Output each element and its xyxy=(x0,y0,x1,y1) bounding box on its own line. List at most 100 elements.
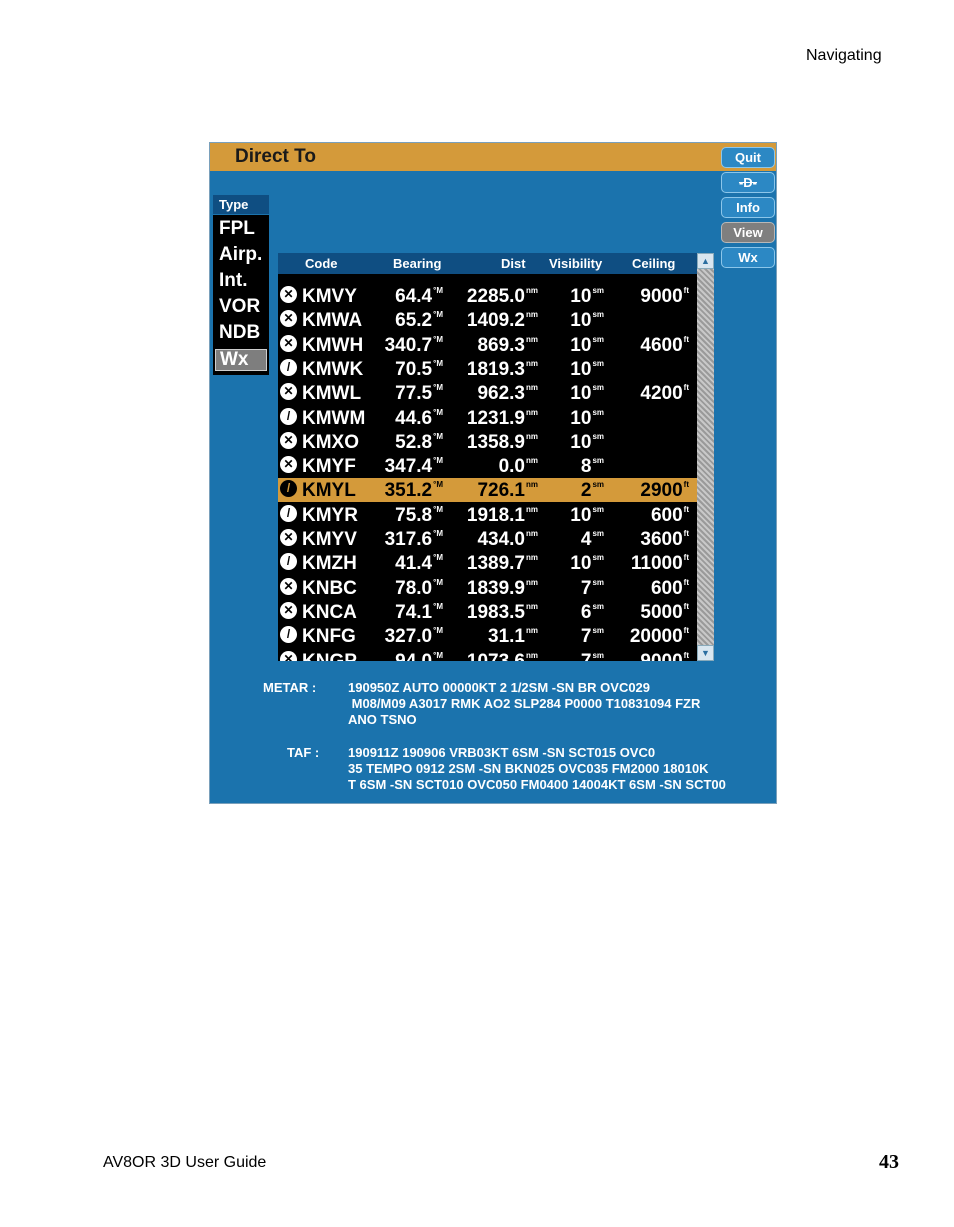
table-row[interactable]: ✕ KMWL 77.5°M 962.3nm 10sm 4200ft xyxy=(278,381,697,405)
closed-status-icon: ✕ xyxy=(280,310,297,328)
row-dist: 1918.1nm xyxy=(467,505,538,527)
table-row[interactable]: / KMYR 75.8°M 1918.1nm 10sm 600ft xyxy=(278,503,697,527)
table-row[interactable]: ✕ KNGP 94.0°M 1073.6nm 7sm 9000ft xyxy=(278,649,697,662)
row-visibility: 10sm xyxy=(570,359,604,381)
scroll-down-icon[interactable]: ▼ xyxy=(697,645,714,661)
row-bearing: 94.0°M xyxy=(395,651,443,662)
taf-line: 190911Z 190906 VRB03KT 6SM -SN SCT015 OV… xyxy=(348,745,656,760)
column-ceiling[interactable]: Ceiling xyxy=(632,256,675,271)
row-visibility-unit: sm xyxy=(592,310,604,320)
row-dist: 1839.9nm xyxy=(467,578,538,600)
row-visibility-unit: sm xyxy=(592,334,604,344)
type-item-intersection[interactable]: Int. xyxy=(219,270,248,292)
row-bearing-value: 340.7 xyxy=(384,334,433,356)
closed-status-icon: ✕ xyxy=(280,650,297,661)
table-row[interactable]: / KMZH 41.4°M 1389.7nm 10sm 11000ft xyxy=(278,551,697,575)
row-visibility-unit: sm xyxy=(592,407,604,417)
column-code[interactable]: Code xyxy=(305,256,338,271)
row-visibility-unit: sm xyxy=(592,383,604,393)
column-dist[interactable]: Dist xyxy=(501,256,526,271)
closed-status-icon: ✕ xyxy=(280,601,297,619)
row-code: KMZH xyxy=(302,553,357,575)
type-item-vor[interactable]: VOR xyxy=(219,296,260,318)
table-row[interactable]: / KMWM 44.6°M 1231.9nm 10sm xyxy=(278,406,697,430)
table-row[interactable]: ✕ KMWA 65.2°M 1409.2nm 10sm xyxy=(278,308,697,332)
row-ceiling-unit: ft xyxy=(683,286,689,295)
direct-to-button[interactable]: -D- xyxy=(721,172,775,193)
row-visibility-value: 7 xyxy=(580,577,592,599)
row-bearing-value: 41.4 xyxy=(395,553,433,575)
table-row[interactable]: / KMWK 70.5°M 1819.3nm 10sm xyxy=(278,357,697,381)
type-item-ndb[interactable]: NDB xyxy=(219,322,260,344)
title-bar: Direct To xyxy=(210,143,776,171)
page-header: Navigating xyxy=(806,47,882,64)
row-bearing: 41.4°M xyxy=(395,553,443,575)
row-code: KMWH xyxy=(302,335,363,357)
row-bearing-unit: °M xyxy=(433,601,443,611)
column-bearing[interactable]: Bearing xyxy=(393,256,441,271)
row-code-value: KMWK xyxy=(302,358,364,380)
row-ceiling-unit: ft xyxy=(683,504,689,514)
row-dist: 1819.3nm xyxy=(467,359,538,381)
type-item-fpl[interactable]: FPL xyxy=(219,218,255,240)
row-bearing: 64.4°M xyxy=(395,286,443,308)
wx-button[interactable]: Wx xyxy=(721,247,775,268)
row-ceiling-value: 9000 xyxy=(640,650,683,662)
row-dist-unit: nm xyxy=(526,407,538,417)
table-row[interactable]: ✕ KMWH 340.7°M 869.3nm 10sm 4600ft xyxy=(278,333,697,357)
scroll-up-icon[interactable]: ▲ xyxy=(697,253,714,269)
row-bearing-value: 64.4 xyxy=(395,286,433,307)
row-ceiling: 600ft xyxy=(651,505,689,527)
row-dist: 2285.0nm xyxy=(467,286,538,308)
row-bearing-value: 94.0 xyxy=(395,650,433,662)
type-item-wx[interactable]: Wx xyxy=(215,349,267,371)
metar-text: 190950Z AUTO 00000KT 2 1/2SM -SN BR OVC0… xyxy=(348,680,758,728)
type-item-airport[interactable]: Airp. xyxy=(219,244,262,266)
row-visibility: 10sm xyxy=(570,286,604,308)
row-dist: 1409.2nm xyxy=(467,310,538,332)
table-row[interactable]: ✕ KMYV 317.6°M 434.0nm 4sm 3600ft xyxy=(278,527,697,551)
row-bearing: 65.2°M xyxy=(395,310,443,332)
row-code-value: KMYL xyxy=(302,480,356,502)
row-dist-value: 31.1 xyxy=(488,626,525,648)
row-ceiling: 9000ft xyxy=(640,286,689,308)
closed-status-icon: ✕ xyxy=(280,334,297,352)
closed-status-icon: ✕ xyxy=(280,456,297,474)
taf-text: 190911Z 190906 VRB03KT 6SM -SN SCT015 OV… xyxy=(348,745,756,793)
table-row[interactable]: ✕ KMXO 52.8°M 1358.9nm 10sm xyxy=(278,430,697,454)
open-status-icon: / xyxy=(280,407,297,425)
info-button[interactable]: Info xyxy=(721,197,775,218)
row-visibility-value: 10 xyxy=(570,553,592,575)
row-bearing: 340.7°M xyxy=(385,335,443,357)
table-row[interactable]: ✕ KNBC 78.0°M 1839.9nm 7sm 600ft xyxy=(278,576,697,600)
row-dist-value: 1231.9 xyxy=(466,407,525,429)
row-bearing-value: 351.2 xyxy=(384,480,433,502)
scrollbar[interactable]: ▲ ▼ xyxy=(697,253,714,661)
table-row[interactable]: ✕ KMYF 347.4°M 0.0nm 8sm xyxy=(278,454,697,478)
row-dist-value: 1358.9 xyxy=(466,431,525,453)
row-dist: 434.0nm xyxy=(477,529,538,551)
table-row[interactable]: / KNFG 327.0°M 31.1nm 7sm 20000ft xyxy=(278,624,697,648)
row-bearing-unit: °M xyxy=(433,286,443,295)
metar-line: ANO TSNO xyxy=(348,712,417,727)
row-dist: 726.1nm xyxy=(477,480,538,502)
table-row[interactable]: / KMYL 351.2°M 726.1nm 2sm 2900ft xyxy=(278,478,697,503)
open-status-icon: / xyxy=(280,358,297,376)
row-ceiling-unit: ft xyxy=(683,334,689,344)
direct-to-icon: -D- xyxy=(738,175,758,190)
row-code: KMWK xyxy=(302,359,363,381)
row-code: KMWM xyxy=(302,408,365,430)
row-code: KNCA xyxy=(302,602,357,624)
column-visibility[interactable]: Visibility xyxy=(549,256,602,271)
table-row[interactable]: ✕ KMVY 64.4°M 2285.0nm 10sm 9000ft xyxy=(278,284,697,308)
row-dist-value: 962.3 xyxy=(477,383,525,405)
table-row[interactable]: ✕ KNCA 74.1°M 1983.5nm 6sm 5000ft xyxy=(278,600,697,624)
row-dist-value: 1389.7 xyxy=(466,553,525,575)
row-visibility: 8sm xyxy=(581,456,604,478)
row-bearing-unit: °M xyxy=(433,310,443,320)
row-ceiling: 9000ft xyxy=(640,651,689,662)
quit-button[interactable]: Quit xyxy=(721,147,775,168)
row-ceiling: 11000ft xyxy=(631,553,689,575)
view-button[interactable]: View xyxy=(721,222,775,243)
row-visibility: 2sm xyxy=(581,480,604,502)
